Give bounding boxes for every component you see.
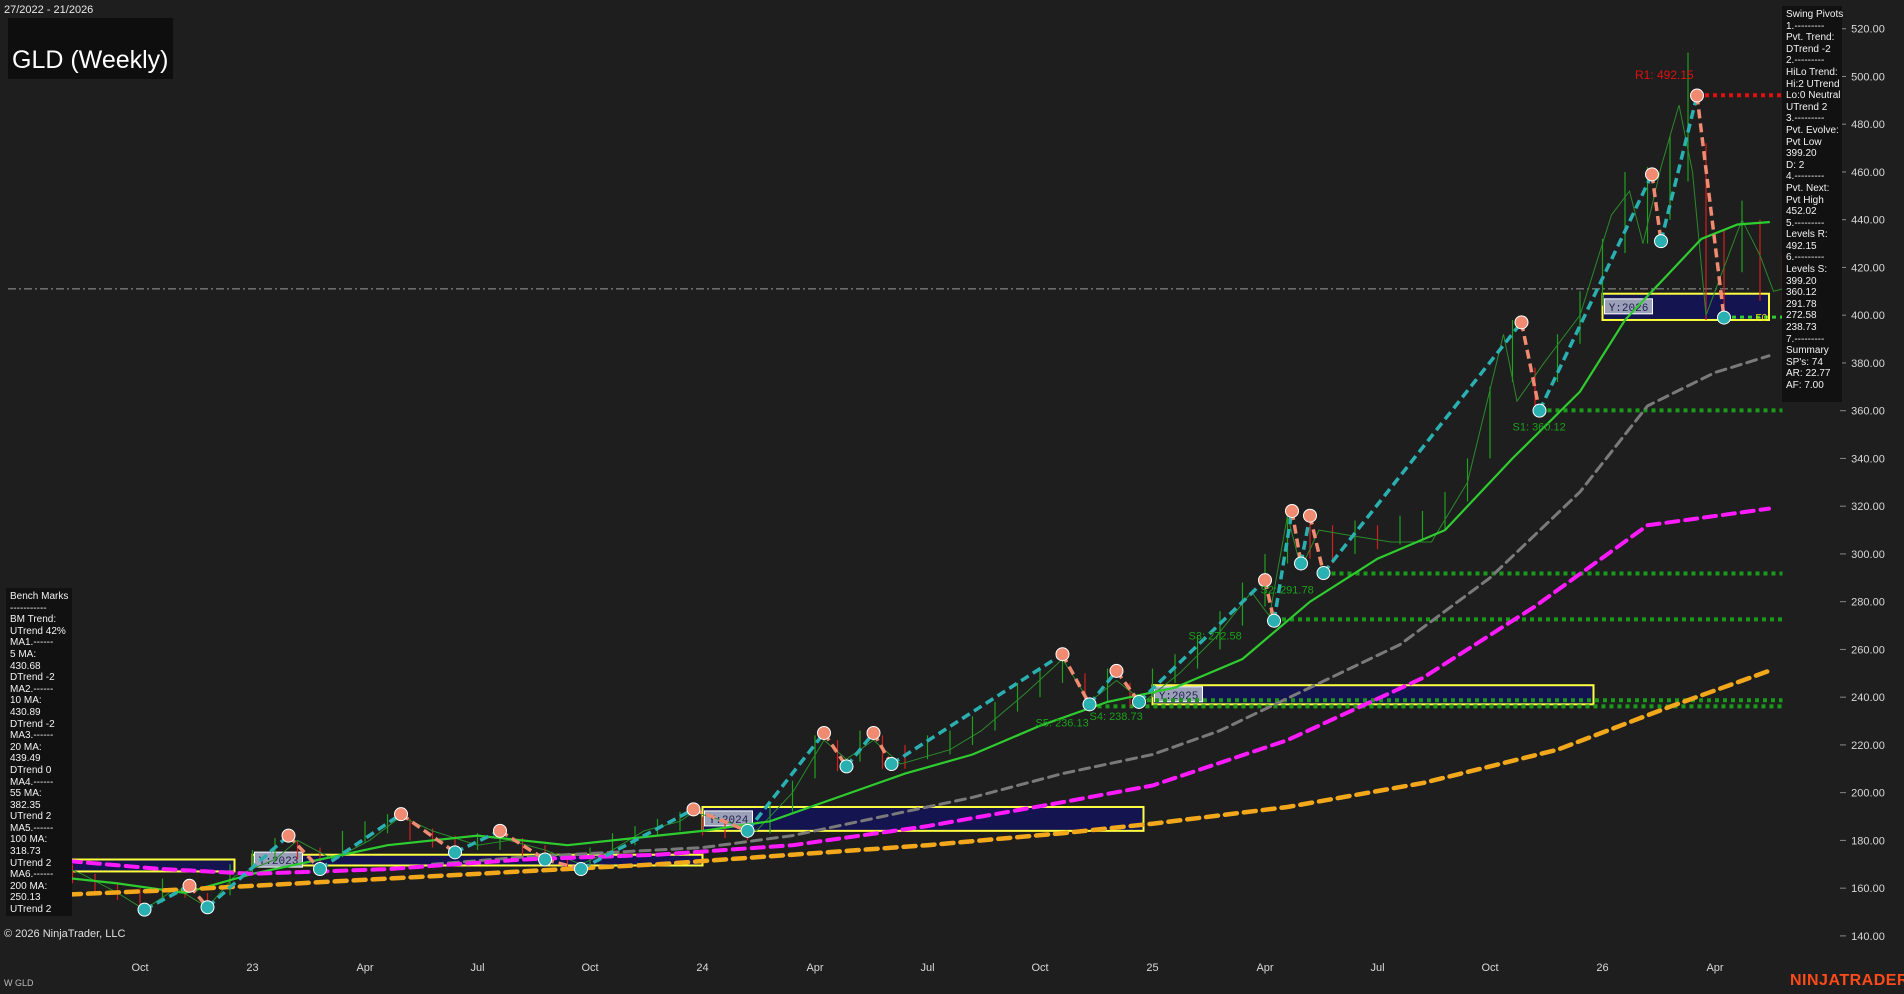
- price-tick-label: 400.00: [1851, 310, 1885, 322]
- price-tick-label: 460.00: [1851, 167, 1885, 179]
- time-tick-label: 26: [1596, 962, 1608, 974]
- date-range-label: 27/2022 - 21/2026: [4, 4, 94, 16]
- support-level-label: S3: 272.58: [1189, 630, 1242, 642]
- bench-marks-panel: Bench Marks ----------- BM Trend: UTrend…: [6, 588, 72, 916]
- brand-logo: NINJATRADER: [1790, 972, 1904, 989]
- swing-low-marker: [740, 823, 755, 838]
- price-tick-label: 500.00: [1851, 71, 1885, 83]
- time-tick-label: 25: [1146, 962, 1158, 974]
- time-tick-label: Apr: [806, 962, 823, 974]
- support-level-label: S4: 238.73: [1090, 711, 1143, 723]
- price-tick-label: 260.00: [1851, 644, 1885, 656]
- swing-high-marker: [1514, 315, 1529, 330]
- swing-high-marker: [1303, 508, 1317, 523]
- price-tick-label: 160.00: [1851, 883, 1885, 895]
- swing-low-marker: [200, 900, 215, 915]
- price-tick-label: 420.00: [1851, 262, 1885, 274]
- swing-high-marker: [493, 823, 507, 838]
- swing-high-marker: [1109, 663, 1124, 678]
- swing-low-marker: [1717, 310, 1731, 325]
- price-tick-label: 520.00: [1851, 24, 1885, 36]
- price-tick-label: 380.00: [1851, 358, 1885, 370]
- time-tick-label: Oct: [131, 962, 148, 974]
- price-tick-label: 280.00: [1851, 597, 1885, 609]
- time-tick-label: Apr: [1706, 962, 1723, 974]
- support-level-label: S5: 236.13: [1036, 717, 1089, 729]
- price-tick-label: 340.00: [1851, 453, 1885, 465]
- swing-low-marker: [1132, 694, 1146, 709]
- time-tick-label: Jul: [1370, 962, 1384, 974]
- swing-low-marker: [884, 757, 899, 772]
- price-tick-label: 360.00: [1851, 406, 1885, 418]
- swing-high-marker: [1690, 88, 1704, 103]
- copyright-notice: © 2026 NinjaTrader, LLC: [4, 928, 126, 940]
- instrument-label: W GLD: [4, 978, 34, 988]
- price-tick-label: 480.00: [1851, 119, 1885, 131]
- time-tick-label: Apr: [356, 962, 373, 974]
- f0-level-label: F0: [1756, 313, 1768, 324]
- swing-high-marker: [281, 828, 296, 843]
- time-tick-label: Oct: [1031, 962, 1048, 974]
- swing-low-marker: [313, 862, 327, 877]
- time-tick-label: 24: [696, 962, 708, 974]
- swing-low-marker: [574, 862, 588, 877]
- time-tick-label: 23: [246, 962, 258, 974]
- swing-low-marker: [1082, 697, 1097, 712]
- price-tick-label: 240.00: [1851, 692, 1885, 704]
- swing-low-marker: [538, 852, 552, 867]
- price-tick-label: 320.00: [1851, 501, 1885, 513]
- time-tick-label: Oct: [581, 962, 598, 974]
- price-tick-label: 140.00: [1851, 931, 1885, 943]
- swing-low-marker: [1294, 556, 1308, 571]
- swing-low-marker: [1316, 566, 1331, 581]
- swing-high-marker: [866, 725, 881, 740]
- swing-low-marker: [1267, 613, 1281, 628]
- swing-low-marker: [1654, 234, 1668, 249]
- price-tick-label: 440.00: [1851, 215, 1885, 227]
- swing-high-marker: [686, 802, 701, 817]
- swing-low-marker: [448, 845, 462, 860]
- support-level-label: S2: 291.78: [1261, 585, 1314, 597]
- chart-title: GLD (Weekly): [8, 18, 173, 79]
- support-level-label: S1: 360.12: [1513, 421, 1566, 433]
- swing-high-marker: [394, 807, 408, 822]
- time-tick-label: Apr: [1256, 962, 1273, 974]
- swing-high-marker: [1285, 503, 1299, 518]
- price-tick-label: 200.00: [1851, 788, 1885, 800]
- price-tick-label: 220.00: [1851, 740, 1885, 752]
- price-chart[interactable]: Y:2023Y:2024Y:2025Y:2026 S1: 360.12S2: 2…: [0, 0, 1904, 994]
- resistance-level-label: R1: 492.15: [1635, 68, 1694, 82]
- swing-pivots-panel: Swing Pivots 1.--------- Pvt. Trend: DTr…: [1782, 6, 1843, 402]
- price-tick-label: 180.00: [1851, 835, 1885, 847]
- time-axis[interactable]: Oct 23 Apr Jul Oct 24 Apr Jul Oct 25 Apr Jul Oct 26 Ap…: [131, 962, 1723, 974]
- swing-high-marker: [817, 725, 831, 740]
- time-tick-label: Jul: [920, 962, 934, 974]
- swing-low-marker: [137, 902, 152, 917]
- year-box-label: Y:2026: [1609, 303, 1649, 315]
- swing-high-marker: [1645, 167, 1659, 182]
- price-tick-label: 300.00: [1851, 549, 1885, 561]
- swing-high-marker: [1055, 647, 1070, 662]
- swing-low-marker: [839, 759, 854, 774]
- time-tick-label: Jul: [470, 962, 484, 974]
- swing-low-marker: [1532, 403, 1547, 418]
- swing-high-marker: [182, 878, 197, 893]
- time-tick-label: Oct: [1481, 962, 1498, 974]
